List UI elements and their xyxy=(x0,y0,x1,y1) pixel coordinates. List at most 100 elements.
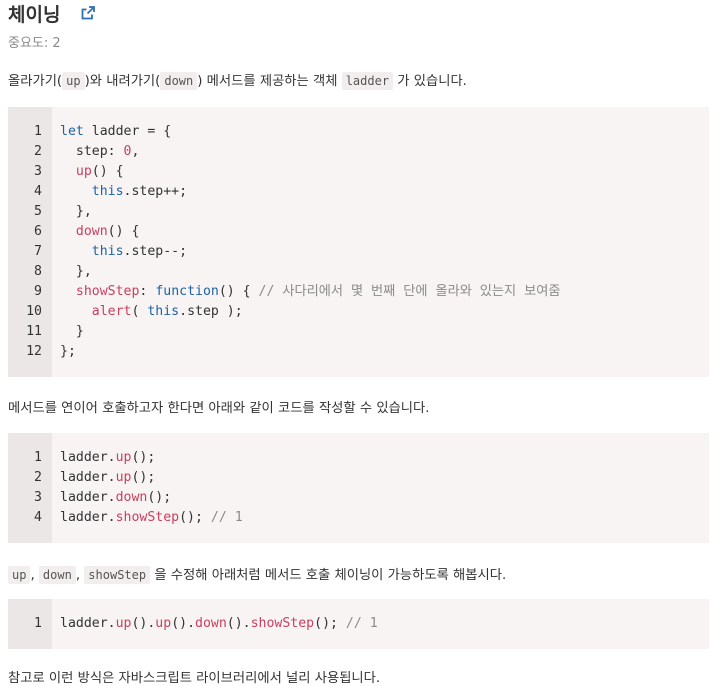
task-title: 체이닝 xyxy=(8,3,61,26)
code-token: (); xyxy=(179,510,211,525)
code-line: 9 showStep: function() { // 사다리에서 몇 번째 단… xyxy=(8,282,561,302)
code-token: , xyxy=(131,144,140,159)
intro-text: )와 내려가기( xyxy=(84,74,161,89)
code-token: ladder. xyxy=(60,616,116,631)
code-token: up xyxy=(115,616,132,631)
code-token: ladder = { xyxy=(83,124,172,139)
code-token: }, xyxy=(60,264,92,279)
code-token: down xyxy=(195,616,227,631)
line-number: 12 xyxy=(26,344,42,359)
code-token: (); xyxy=(131,450,156,465)
line-number: 4 xyxy=(34,184,42,199)
inline-code-showstep: showStep xyxy=(84,566,151,584)
code-token: }, xyxy=(60,204,92,219)
code-token: down xyxy=(75,224,108,239)
external-link-icon[interactable] xyxy=(80,5,96,21)
code-text: ladder.showStep(); // 1 xyxy=(60,508,243,528)
code-block-sequential-calls: 1 ladder.up(); 2 ladder.up(); 3 ladder.down()… xyxy=(8,433,709,543)
code-text: this.step--; xyxy=(60,242,187,262)
task-text: 을 수정해 아래처럼 메서드 호출 체이닝이 가능하도록 해봅시다. xyxy=(150,568,507,583)
code-token: (); xyxy=(131,470,156,485)
line-number: 10 xyxy=(26,304,42,319)
code-block-chained-calls: 1 ladder.up().up().down().showStep(); // … xyxy=(8,599,709,649)
code-token: () { xyxy=(107,224,140,239)
intro-paragraph: 올라가기(up)와 내려가기(down) 메서드를 제공하는 객체 ladder… xyxy=(8,70,467,90)
code-text: step: 0, xyxy=(60,142,140,162)
code-text: ladder.up(); xyxy=(60,448,155,468)
line-number: 9 xyxy=(34,284,42,299)
code-token: up xyxy=(75,164,92,179)
code-line: 8 }, xyxy=(8,262,92,282)
code-token: this xyxy=(91,184,124,199)
code-text: }, xyxy=(60,262,92,282)
code-token: showStep xyxy=(75,284,140,299)
inline-code-down: down xyxy=(160,72,198,90)
code-line: 10 alert( this.step ); xyxy=(8,302,243,322)
code-token: // 1 xyxy=(345,616,378,631)
code-text: } xyxy=(60,322,84,342)
code-token: } xyxy=(60,324,84,339)
code-text: ladder.down(); xyxy=(60,488,171,508)
code-token: () { xyxy=(218,284,259,299)
code-token: (). xyxy=(226,616,251,631)
code-line: 7 this.step--; xyxy=(8,242,187,262)
intro-text: 가 있습니다. xyxy=(393,74,467,89)
line-number: 5 xyxy=(34,204,42,219)
task-page: 체이닝 중요도: 2 올라가기(up)와 내려가기(down) 메서드를 제공하… xyxy=(0,0,721,686)
code-token: () { xyxy=(91,164,124,179)
line-number: 3 xyxy=(34,164,42,179)
code-token: (); xyxy=(314,616,346,631)
title-row: 체이닝 xyxy=(8,0,96,26)
line-number: 7 xyxy=(34,244,42,259)
code-text: up() { xyxy=(60,162,124,182)
code-token: up xyxy=(155,616,172,631)
code-token: ladder. xyxy=(60,490,116,505)
code-token: ( xyxy=(131,304,148,319)
inline-code-down: down xyxy=(38,566,76,584)
code-token: .step++; xyxy=(123,184,188,199)
code-token: .step--; xyxy=(123,244,188,259)
line-number: 1 xyxy=(34,124,42,139)
code-text: let ladder = { xyxy=(60,122,171,142)
code-text: showStep: function() { // 사다리에서 몇 번째 단에 … xyxy=(60,282,561,302)
task-paragraph: up, down, showStep 을 수정해 아래처럼 메서드 호출 체이닝… xyxy=(8,564,507,584)
code-token: step: xyxy=(60,144,124,159)
code-token: up xyxy=(115,470,132,485)
code-token: function xyxy=(155,284,219,299)
code-token: // 1 xyxy=(210,510,243,525)
code-token: up xyxy=(115,450,132,465)
code-line: 1 ladder.up(); xyxy=(8,448,155,468)
line-number: 3 xyxy=(34,490,42,505)
line-number: 4 xyxy=(34,510,42,525)
code-token: ladder. xyxy=(60,470,116,485)
code-token: ladder. xyxy=(60,510,116,525)
inline-code-up: up xyxy=(8,566,31,584)
code-line: 4 ladder.showStep(); // 1 xyxy=(8,508,243,528)
line-number: 2 xyxy=(34,470,42,485)
note-paragraph: 참고로 이런 방식은 자바스크립트 라이브러리에서 널리 사용됩니다. xyxy=(8,671,381,686)
inline-code-ladder: ladder xyxy=(341,72,394,90)
code-token: // 사다리에서 몇 번째 단에 올라와 있는지 보여줌 xyxy=(258,284,561,299)
code-token: ladder. xyxy=(60,450,116,465)
code-token: this xyxy=(91,244,124,259)
code-line: 3 ladder.down(); xyxy=(8,488,171,508)
code-text: down() { xyxy=(60,222,140,242)
line-number: 8 xyxy=(34,264,42,279)
intro-text: ) 메서드를 제공하는 객체 xyxy=(197,74,342,89)
code-text: ladder.up(); xyxy=(60,468,155,488)
code-line: 12}; xyxy=(8,342,76,362)
line-number: 1 xyxy=(34,616,42,631)
code-line: 1 ladder.up().up().down().showStep(); // … xyxy=(8,614,378,634)
chaining-intro-paragraph: 메서드를 연이어 호출하고자 한다면 아래와 같이 코드를 작성할 수 있습니다… xyxy=(8,401,430,416)
inline-code-up: up xyxy=(62,72,85,90)
importance-label: 중요도: 2 xyxy=(8,36,61,51)
code-text: this.step++; xyxy=(60,182,187,202)
code-text: ladder.up().up().down().showStep(); // 1 xyxy=(60,614,378,634)
code-token: : xyxy=(139,284,156,299)
